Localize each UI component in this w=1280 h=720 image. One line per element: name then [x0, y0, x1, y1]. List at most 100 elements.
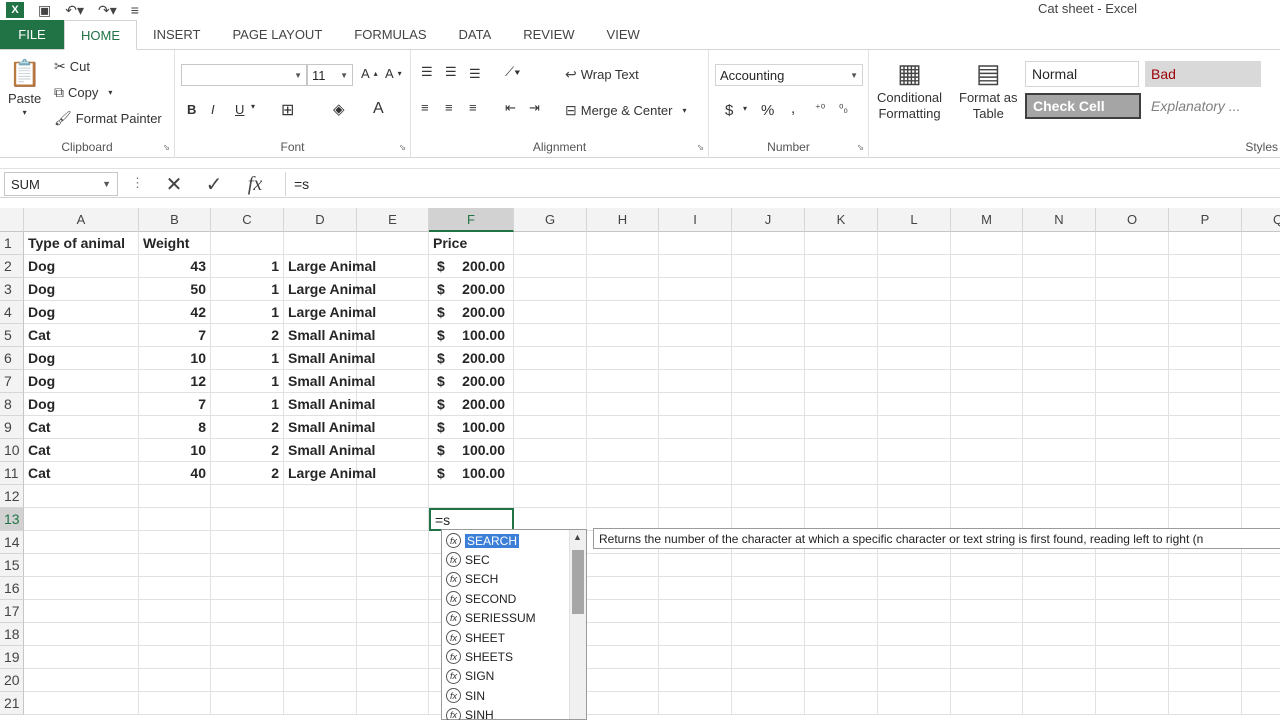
empty-cell[interactable] [211, 692, 284, 715]
empty-cell[interactable] [659, 301, 732, 324]
empty-cell[interactable] [1169, 324, 1242, 347]
empty-cell[interactable] [951, 623, 1023, 646]
cell-a7[interactable]: Dog [24, 370, 139, 393]
empty-cell[interactable] [211, 669, 284, 692]
empty-cell[interactable] [951, 347, 1023, 370]
empty-cell[interactable] [284, 600, 357, 623]
empty-cell[interactable] [805, 462, 878, 485]
empty-cell[interactable] [951, 370, 1023, 393]
cut-button[interactable]: ✂ Cut [54, 58, 90, 75]
empty-cell[interactable] [24, 485, 139, 508]
dialog-launcher-icon[interactable]: ⬂ [163, 143, 170, 152]
empty-cell[interactable] [1169, 600, 1242, 623]
empty-cell[interactable] [587, 485, 659, 508]
align-top-icon[interactable]: ☰ [421, 64, 433, 80]
cell-f8[interactable]: $200.00 [429, 393, 514, 416]
empty-cell[interactable] [587, 577, 659, 600]
empty-cell[interactable] [732, 232, 805, 255]
empty-cell[interactable] [732, 347, 805, 370]
empty-cell[interactable] [732, 554, 805, 577]
empty-cell[interactable] [1169, 462, 1242, 485]
orientation-icon[interactable]: ⟋▾ [505, 64, 520, 80]
cell-b1[interactable]: Weight [139, 232, 211, 255]
autocomplete-item-sign[interactable]: fx SIGN [446, 667, 494, 686]
cell-f3[interactable]: $200.00 [429, 278, 514, 301]
empty-cell[interactable] [805, 255, 878, 278]
empty-cell[interactable] [587, 669, 659, 692]
align-right-icon[interactable]: ≡ [469, 100, 477, 115]
empty-cell[interactable] [514, 370, 587, 393]
empty-cell[interactable] [139, 646, 211, 669]
empty-cell[interactable] [1096, 324, 1169, 347]
empty-cell[interactable] [1169, 278, 1242, 301]
empty-cell[interactable] [878, 416, 951, 439]
empty-cell[interactable] [514, 462, 587, 485]
cell-a6[interactable]: Dog [24, 347, 139, 370]
align-center-icon[interactable]: ≡ [445, 100, 453, 115]
cell-c6[interactable]: 1 [211, 347, 284, 370]
cancel-icon[interactable]: ✕ [162, 172, 186, 196]
cell-c4[interactable]: 1 [211, 301, 284, 324]
empty-cell[interactable] [951, 669, 1023, 692]
empty-cell[interactable] [805, 324, 878, 347]
empty-cell[interactable] [732, 324, 805, 347]
align-bottom-icon[interactable]: ☰ [469, 66, 481, 82]
empty-cell[interactable] [514, 393, 587, 416]
name-box[interactable]: SUM ▼ [4, 172, 118, 196]
empty-cell[interactable] [951, 416, 1023, 439]
empty-cell[interactable] [514, 301, 587, 324]
empty-cell[interactable] [951, 278, 1023, 301]
function-autocomplete-list[interactable]: fx SEARCH fx SEC fx SECH fx SECOND fx SERIESSUM fx… [441, 529, 587, 720]
empty-cell[interactable] [659, 600, 732, 623]
empty-cell[interactable] [1023, 623, 1096, 646]
empty-cell[interactable] [514, 278, 587, 301]
column-header-b[interactable]: B [139, 208, 211, 232]
tab-view[interactable]: VIEW [591, 20, 656, 49]
empty-cell[interactable] [24, 646, 139, 669]
fill-color-icon[interactable]: ◈ [333, 100, 345, 118]
save-icon[interactable]: ▣ [38, 2, 51, 19]
empty-cell[interactable] [732, 600, 805, 623]
empty-cell[interactable] [211, 232, 284, 255]
row-header-8[interactable]: 8 [0, 393, 24, 416]
empty-cell[interactable] [1169, 255, 1242, 278]
empty-cell[interactable] [587, 439, 659, 462]
cell-c5[interactable]: 2 [211, 324, 284, 347]
empty-cell[interactable] [1023, 462, 1096, 485]
empty-cell[interactable] [1023, 301, 1096, 324]
empty-cell[interactable] [587, 462, 659, 485]
row-header-13[interactable]: 13 [0, 508, 24, 531]
empty-cell[interactable] [659, 232, 732, 255]
cell-d2[interactable]: Large Animal [284, 255, 376, 278]
empty-cell[interactable] [139, 485, 211, 508]
column-header-m[interactable]: M [951, 208, 1023, 232]
cell-f10[interactable]: $100.00 [429, 439, 514, 462]
undo-icon[interactable]: ↶▾ [65, 2, 84, 19]
decrease-indent-icon[interactable]: ⇤ [505, 100, 516, 116]
cell-c8[interactable]: 1 [211, 393, 284, 416]
empty-cell[interactable] [805, 232, 878, 255]
row-header-16[interactable]: 16 [0, 577, 24, 600]
customize-qat-icon[interactable]: ≡ [131, 2, 139, 18]
autocomplete-scrollbar[interactable]: ▲ [569, 530, 586, 719]
empty-cell[interactable] [357, 600, 429, 623]
empty-cell[interactable] [659, 485, 732, 508]
empty-cell[interactable] [1023, 278, 1096, 301]
column-header-p[interactable]: P [1169, 208, 1242, 232]
cell-b11[interactable]: 40 [139, 462, 211, 485]
cell-c2[interactable]: 1 [211, 255, 284, 278]
empty-cell[interactable] [1169, 439, 1242, 462]
empty-cell[interactable] [1023, 692, 1096, 715]
empty-cell[interactable] [878, 439, 951, 462]
empty-cell[interactable] [357, 577, 429, 600]
column-header-d[interactable]: D [284, 208, 357, 232]
empty-cell[interactable] [1023, 600, 1096, 623]
column-header-c[interactable]: C [211, 208, 284, 232]
empty-cell[interactable] [357, 669, 429, 692]
empty-cell[interactable] [1242, 600, 1280, 623]
column-header-e[interactable]: E [357, 208, 429, 232]
column-header-f[interactable]: F [429, 208, 514, 232]
cell-a9[interactable]: Cat [24, 416, 139, 439]
empty-cell[interactable] [24, 531, 139, 554]
empty-cell[interactable] [587, 692, 659, 715]
